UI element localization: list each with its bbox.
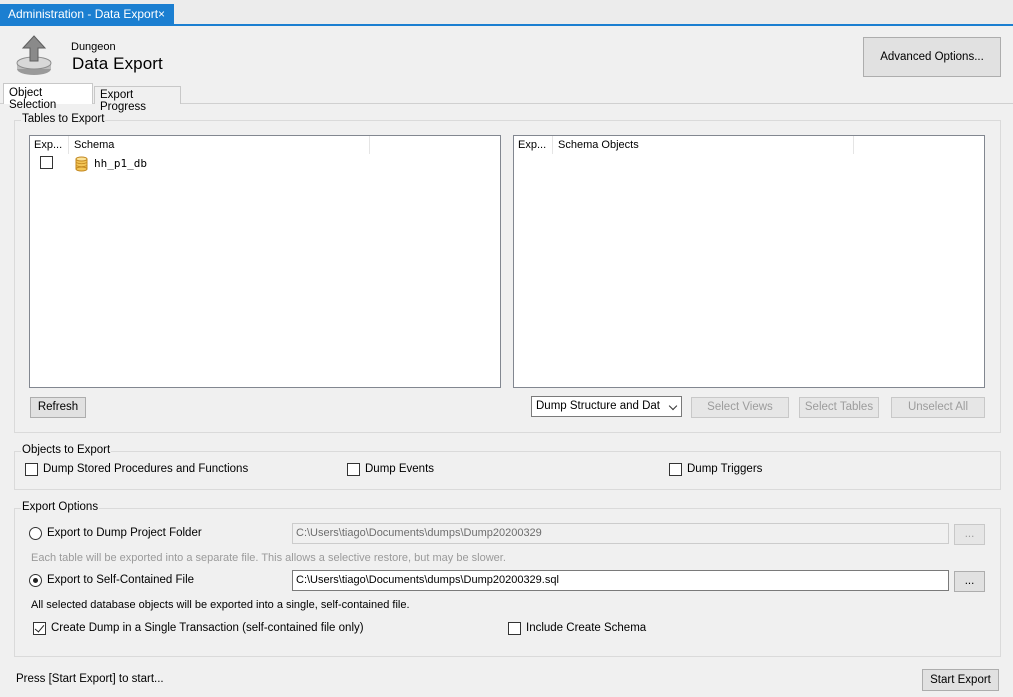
schema-objects-list[interactable]: Exp... Schema Objects [513,135,985,388]
dump-mode-value: Dump Structure and Dat [536,400,661,412]
column-header-export[interactable]: Exp... [518,139,546,151]
start-export-button[interactable]: Start Export [922,669,999,691]
dump-events-checkbox[interactable] [347,463,360,476]
connection-name: Dungeon [71,41,116,53]
self-contained-note: All selected database objects will be ex… [31,599,410,611]
close-tab-icon[interactable]: × [158,7,165,21]
include-create-schema-label[interactable]: Include Create Schema [526,622,646,634]
dump-events-label[interactable]: Dump Events [365,463,434,475]
dump-routines-label[interactable]: Dump Stored Procedures and Functions [43,463,248,475]
dump-triggers-checkbox[interactable] [669,463,682,476]
single-transaction-label[interactable]: Create Dump in a Single Transaction (sel… [51,622,364,634]
schema-export-checkbox[interactable] [40,156,53,169]
advanced-options-button[interactable]: Advanced Options... [863,37,1001,77]
tables-to-export-title: Tables to Export [21,113,106,125]
export-project-folder-label[interactable]: Export to Dump Project Folder [47,527,202,539]
column-separator[interactable] [552,136,553,154]
refresh-button[interactable]: Refresh [30,397,86,418]
schema-name: hh_p1_db [94,157,147,170]
select-views-button[interactable]: Select Views [691,397,789,418]
column-header-export[interactable]: Exp... [34,139,62,151]
dump-triggers-label[interactable]: Dump Triggers [687,463,762,475]
select-tables-button[interactable]: Select Tables [799,397,879,418]
tab-object-selection[interactable]: Object Selection [3,83,93,111]
column-header-schema-objects[interactable]: Schema Objects [558,139,639,151]
chevron-down-icon [668,401,678,411]
export-self-contained-label[interactable]: Export to Self-Contained File [47,574,194,586]
single-transaction-checkbox[interactable] [33,622,46,635]
page-title: Data Export [72,54,163,73]
document-tab-title: Administration - Data Export [8,7,159,21]
export-project-folder-radio[interactable] [29,527,42,540]
objects-to-export-title: Objects to Export [21,444,112,456]
browse-file-button[interactable]: ... [954,571,985,592]
project-folder-path-field[interactable]: C:\Users\tiago\Documents\dumps\Dump20200… [292,523,949,544]
tab-export-progress[interactable]: Export Progress [94,86,181,113]
include-create-schema-checkbox[interactable] [508,622,521,635]
column-separator[interactable] [369,136,370,154]
export-self-contained-radio[interactable] [29,574,42,587]
column-separator[interactable] [853,136,854,154]
browse-folder-button[interactable]: ... [954,524,985,545]
export-icon [16,35,52,75]
dump-mode-select[interactable]: Dump Structure and Dat [531,396,682,417]
status-text: Press [Start Export] to start... [16,673,164,685]
unselect-all-button[interactable]: Unselect All [891,397,985,418]
column-separator[interactable] [68,136,69,154]
schema-list[interactable]: Exp... Schema hh_p1_db [29,135,501,388]
export-options-title: Export Options [21,501,100,513]
document-tab[interactable]: Administration - Data Export × [0,4,174,25]
dump-routines-checkbox[interactable] [25,463,38,476]
table-row[interactable]: hh_p1_db [30,154,500,174]
self-contained-path-field[interactable]: C:\Users\tiago\Documents\dumps\Dump20200… [292,570,949,591]
column-header-schema[interactable]: Schema [74,139,114,151]
database-icon [75,156,88,172]
project-folder-hint: Each table will be exported into a separ… [31,552,506,564]
